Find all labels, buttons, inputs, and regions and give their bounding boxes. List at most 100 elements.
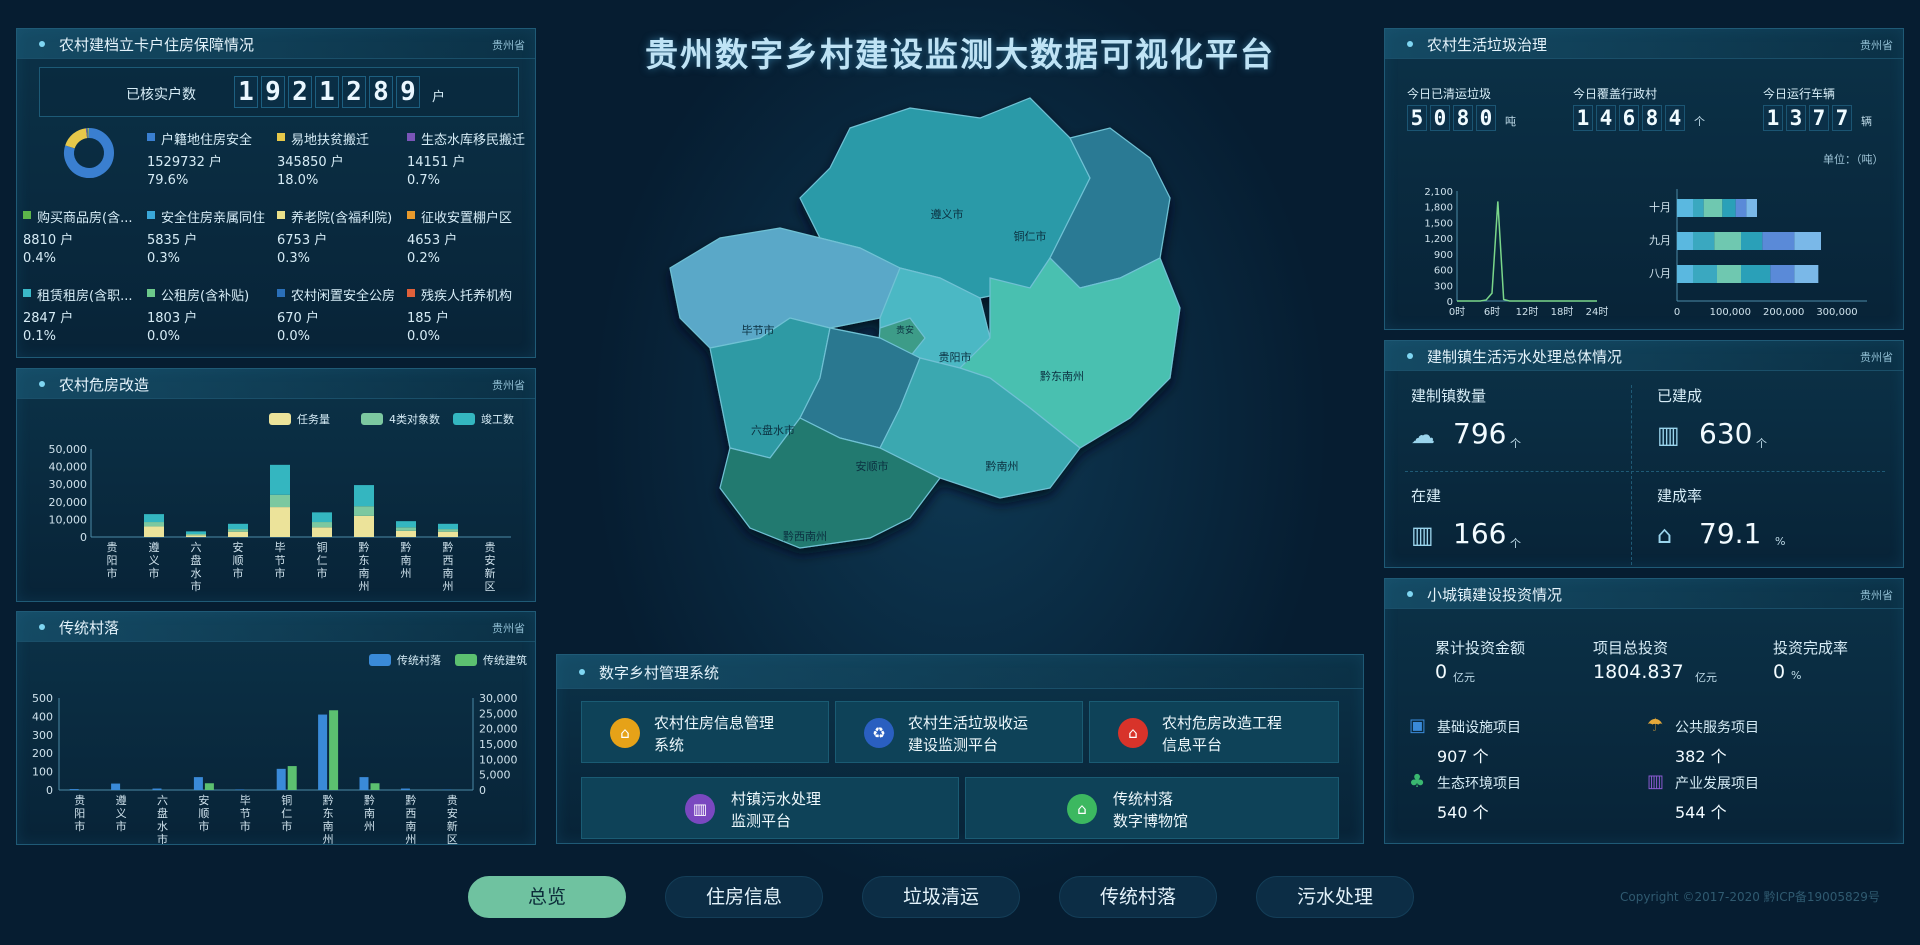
x-tick-label: 六盘水市 — [157, 794, 168, 844]
legend-swatch — [147, 211, 155, 219]
x-tick-label: 贵阳市 — [107, 541, 118, 580]
bar-segment — [1741, 232, 1763, 250]
project-label: 产业发展项目 — [1675, 776, 1759, 792]
line-series — [1457, 201, 1597, 302]
system-button[interactable]: ⌂ 传统村落 数字博物馆 — [965, 777, 1339, 839]
map-region-label: 铜仁市 — [1014, 229, 1047, 243]
waste-stat-digits: 5080吨 — [1407, 105, 1516, 131]
y2-tick-label: 25,000 — [479, 707, 518, 720]
region-tag: 贵州省 — [492, 379, 525, 392]
y-tick-label: 10,000 — [49, 513, 88, 526]
project-value: 540 个 — [1437, 803, 1489, 822]
sewage-title: 建制镇生活污水处理总体情况 — [1427, 348, 1623, 366]
bar-buildings — [329, 710, 339, 790]
sewage-unit: % — [1775, 535, 1786, 548]
legend-swatch — [407, 289, 415, 297]
waste-digit: 8 — [1453, 105, 1473, 131]
y2-tick-label: 20,000 — [479, 723, 518, 736]
legend-swatch — [23, 289, 31, 297]
bar-segment — [438, 523, 458, 530]
y-tick-label: 1,200 — [1424, 234, 1453, 245]
legend-swatch — [269, 413, 291, 425]
sewage-panel: 建制镇生活污水处理总体情况 贵州省 建制镇数量 ☁ 796 个已建成 ▥ 630 个在建 ▥ 1… — [1384, 340, 1904, 568]
x-tick-label: 0时 — [1449, 306, 1465, 318]
invest-unit: % — [1791, 669, 1802, 682]
y-tick-label: 1,800 — [1424, 203, 1453, 214]
tab-4[interactable]: 污水处理 — [1256, 876, 1414, 918]
housing-panel: 农村建档立卡户住房保障情况 贵州省 已核实户数 1921289 户 户籍地住房安… — [16, 28, 536, 358]
system-button-label: 传统村落 数字博物馆 — [1113, 790, 1189, 830]
housing-item-count: 670 户 — [277, 311, 319, 326]
housing-item-pct: 18.0% — [277, 173, 319, 188]
y-tick-label: 九月 — [1649, 234, 1671, 247]
tab-0[interactable]: 总览 — [468, 876, 626, 918]
x-tick-label: 遵义市 — [149, 540, 160, 580]
system-button[interactable]: ⌂ 农村住房信息管理 系统 — [581, 701, 829, 763]
x-tick-label: 0 — [1674, 307, 1680, 318]
housing-item-name: 养老院(含福利院) — [291, 211, 393, 226]
waste-title: 农村生活垃圾治理 — [1427, 36, 1548, 54]
system-button-label: 村镇污水处理 监测平台 — [731, 790, 822, 830]
villages-panel-header: 传统村落 贵州省 — [17, 612, 535, 642]
housing-item-pct: 0.4% — [23, 251, 57, 266]
tab-1[interactable]: 住房信息 — [665, 876, 823, 918]
housing-item-count: 5835 户 — [147, 233, 198, 248]
x-tick-label: 铜仁市 — [317, 540, 328, 580]
housing-item-count: 6753 户 — [277, 233, 328, 248]
x-tick-label: 安顺市 — [233, 540, 244, 580]
system-button-label: 农村住房信息管理 系统 — [654, 714, 775, 754]
tab-3[interactable]: 传统村落 — [1059, 876, 1217, 918]
housing-item-pct: 0.0% — [407, 329, 441, 344]
x-tick-label: 遵义市 — [116, 793, 127, 833]
bar-segment — [1762, 232, 1795, 250]
recycle-icon: ♻ — [864, 718, 894, 748]
bar-segment — [396, 527, 416, 531]
y-tick-label: 0 — [46, 784, 53, 797]
system-button[interactable]: ▥ 村镇污水处理 监测平台 — [581, 777, 959, 839]
housing-item-name: 租赁租房(含职... — [37, 289, 133, 304]
waste-digit: 6 — [1619, 105, 1639, 131]
x-tick-label: 黔西南州 — [443, 540, 454, 593]
legend-swatch — [407, 133, 415, 141]
construction-icon: ▥ — [1411, 521, 1434, 549]
bar-villages — [193, 777, 203, 790]
bar-segment — [1741, 265, 1771, 283]
y2-tick-label: 30,000 — [479, 692, 518, 705]
page-title: 贵州数字乡村建设监测大数据可视化平台 — [645, 35, 1275, 74]
waste-stat-label: 今日已清运垃圾 — [1407, 87, 1492, 101]
x-tick-label: 黔南州 — [364, 793, 375, 833]
invest-label: 累计投资金额 — [1435, 639, 1526, 657]
legend-label: 4类对象数 — [389, 412, 440, 426]
housing-item-name: 征收安置棚户区 — [421, 211, 513, 226]
map-region-label: 遵义市 — [931, 207, 964, 221]
legend-swatch — [453, 413, 475, 425]
sewage-label: 建制镇数量 — [1411, 387, 1487, 405]
housing-item-name: 公租房(含补贴) — [161, 289, 250, 304]
system-button[interactable]: ⌂ 农村危房改造工程 信息平台 — [1089, 701, 1339, 763]
verified-digit: 2 — [288, 76, 312, 108]
bullet-icon — [1407, 353, 1413, 359]
tab-2[interactable]: 垃圾清运 — [862, 876, 1020, 918]
bar-buildings — [370, 783, 380, 790]
bar-segment — [1677, 199, 1693, 217]
housing-item-pct: 0.3% — [277, 251, 311, 266]
sewage-value: 166 — [1453, 517, 1507, 550]
invest-label: 项目总投资 — [1593, 639, 1669, 657]
guizhou-map: 遵义市铜仁市毕节市贵阳市 贵安六盘水市安顺市 黔东南州黔南州黔西南州 — [669, 97, 1181, 549]
bar-segment — [270, 494, 290, 508]
bullet-icon — [39, 381, 45, 387]
y2-tick-label: 5,000 — [479, 769, 511, 782]
legend-label: 竣工数 — [481, 412, 514, 426]
bullet-icon — [39, 624, 45, 630]
wave-icon: ☁ — [1411, 421, 1435, 449]
sewage-value: 79.1 — [1699, 517, 1762, 550]
x-tick-label: 安顺市 — [198, 793, 209, 833]
system-button[interactable]: ♻ 农村生活垃圾收运 建设监测平台 — [835, 701, 1083, 763]
tree-icon: ♣ — [1409, 771, 1426, 792]
house-chart-icon: ⌂ — [1657, 521, 1673, 549]
danger-panel: 农村危房改造 贵州省 任务量 4类对象数 竣工数 50,000 40,000 30,000… — [16, 368, 536, 602]
bar-segment — [354, 506, 374, 516]
bar-segment — [270, 464, 290, 495]
bar-segment — [228, 523, 248, 530]
bar-segment — [1677, 232, 1693, 250]
